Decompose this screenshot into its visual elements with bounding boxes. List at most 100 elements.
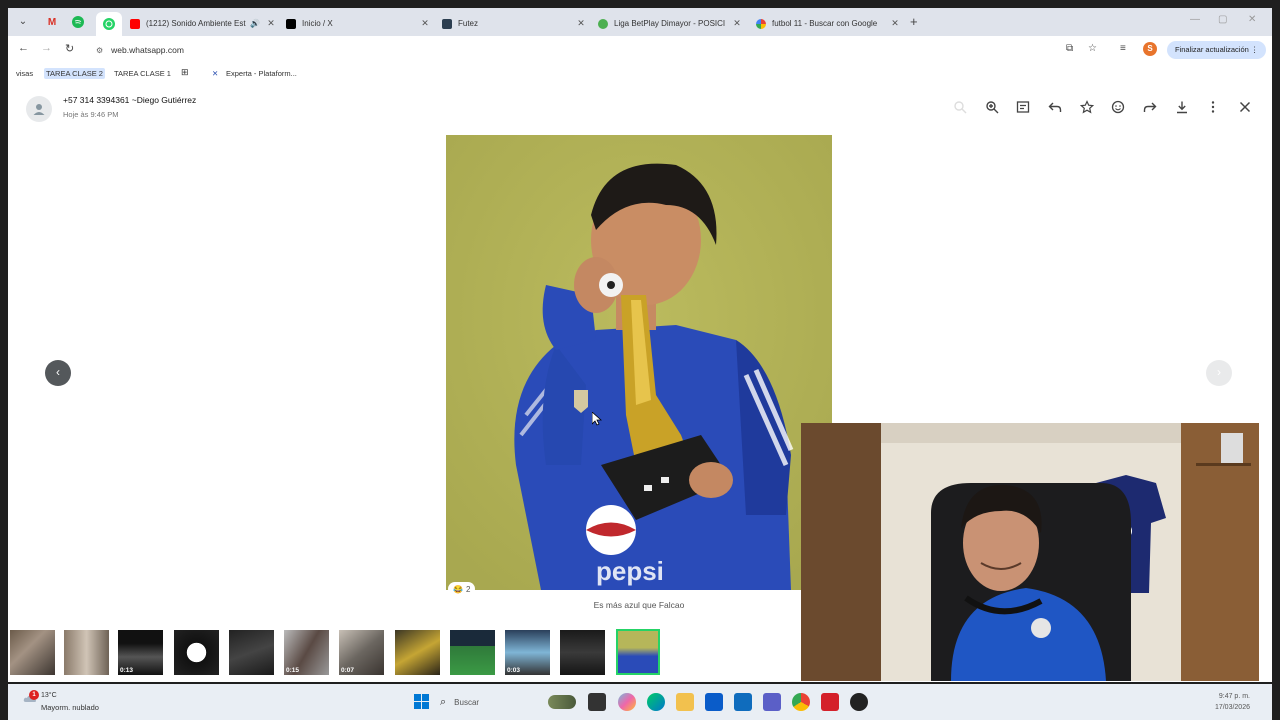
f-icon [442,18,452,29]
media-thumbnail[interactable]: 0:07 [339,630,384,675]
task-view-icon[interactable] [588,693,606,711]
tab-x[interactable]: Inicio / X ✕ [280,11,432,36]
copilot-icon[interactable] [618,693,636,711]
thumbnail-duration: 0:07 [341,667,355,674]
reload-icon[interactable]: ↻ [65,42,74,55]
tab-dimayor[interactable]: Liga BetPlay Dimayor - POSICI ✕ [592,11,744,36]
thumbnail-duration: 0:13 [120,667,134,674]
go-to-message-icon[interactable] [1014,98,1032,116]
chrome-icon[interactable] [792,693,810,711]
browser-toolbar: ← → ↻ ⚙ web.whatsapp.com ⧉ ☆ ≡ S Finaliz… [8,36,1272,64]
tab-title: (1212) Sonido Ambiente Est [146,19,246,28]
widgets-icon[interactable] [548,695,576,709]
windows-taskbar: 1 13°C Mayorm. nublado ⌕ Buscar 9:47 p. … [8,684,1272,720]
star-icon[interactable] [1078,98,1096,116]
media-thumbnail[interactable]: 0:03 [505,630,550,675]
tab-google[interactable]: futbol 11 - Buscar con Google ✕ [750,11,902,36]
media-thumbnail[interactable] [10,630,55,675]
tab-search-button[interactable]: ⌄ [14,13,32,31]
gmail-pinned-tab[interactable]: M [42,12,62,32]
media-thumbnail-selected[interactable] [616,629,660,675]
media-thumbnail[interactable] [395,630,440,675]
install-app-icon[interactable]: ⧉ [1066,43,1073,54]
tab-futez[interactable]: Futez ✕ [436,11,588,36]
store-icon[interactable] [705,693,723,711]
whatsapp-media-viewer: +57 314 3394361 ~Diego Gutiérrez Hoje às… [8,84,1272,682]
media-thumbnail[interactable] [64,630,109,675]
tab-title: Futez [458,19,479,28]
x-icon [286,18,296,29]
close-viewer-icon[interactable] [1236,98,1254,116]
media-thumbnail[interactable]: 0:15 [284,630,329,675]
bookmark-item[interactable]: TAREA CLASE 1 [114,69,171,78]
zoom-in-icon[interactable] [983,98,1001,116]
back-icon[interactable]: ← [18,42,29,54]
search-placeholder: Buscar [454,697,480,707]
previous-media-button[interactable]: ‹ [45,360,71,386]
obs-icon[interactable] [850,693,868,711]
bookmark-star-icon[interactable]: ☆ [1088,43,1097,54]
reply-icon[interactable] [1046,98,1064,116]
teams-icon[interactable] [763,693,781,711]
media-thumbnail[interactable] [174,630,219,675]
contact-avatar[interactable] [26,96,52,122]
media-thumbnail[interactable] [560,630,605,675]
edge-icon[interactable] [647,693,665,711]
weather-description[interactable]: Mayorm. nublado [41,703,99,712]
maximize-icon[interactable]: ▢ [1218,14,1227,25]
tab-strip: ⌄ M (1212) Sonido Ambiente Est 🔊 ✕ Inici… [8,8,1272,36]
clock-date: 17/03/2026 [1214,704,1250,711]
reaction-count: 2 [465,584,471,594]
svg-text:pepsi: pepsi [596,556,664,586]
reaction-emoji: 😂 [453,584,463,594]
bookmark-item[interactable]: visas [16,69,33,78]
windows-start-icon[interactable] [414,694,429,709]
forward-icon[interactable]: → [41,42,52,54]
apps-grid-icon[interactable]: ⊞ [181,67,189,78]
weather-temperature[interactable]: 13°C [41,692,57,699]
webcam-overlay [801,423,1259,681]
media-caption: Es más azul que Falcao [593,600,685,610]
update-button[interactable]: Finalizar actualización ⋮ [1167,41,1267,59]
spotify-pinned-tab[interactable] [68,12,88,32]
site-info-icon[interactable]: ⚙ [96,46,103,55]
download-icon[interactable] [1173,98,1191,116]
zoom-out-icon[interactable] [951,98,969,116]
contact-name: +57 314 3394361 ~Diego Gutiérrez [63,95,197,105]
close-tab-icon[interactable]: ✕ [418,18,432,29]
profile-avatar[interactable]: S [1143,42,1157,56]
message-timestamp: Hoje às 9:46 PM [63,110,119,119]
minimize-icon[interactable]: — [1190,14,1200,25]
media-thumbnail[interactable]: 0:13 [118,630,163,675]
close-tab-icon[interactable]: ✕ [888,18,902,29]
tab-youtube[interactable]: (1212) Sonido Ambiente Est 🔊 ✕ [124,11,278,36]
system-clock[interactable]: 9:47 p. m. 17/03/2026 [1215,691,1250,713]
media-control-icon[interactable]: ≡ [1120,43,1126,54]
file-explorer-icon[interactable] [676,693,694,711]
more-options-icon[interactable] [1204,98,1222,116]
taskbar-search[interactable]: ⌕ Buscar [440,692,540,712]
bookmark-item[interactable]: Experta - Plataform... [226,69,297,78]
close-window-icon[interactable]: ✕ [1248,14,1256,25]
address-bar[interactable]: ⚙ web.whatsapp.com [88,40,1118,60]
reaction-badge[interactable]: 😂 2 [448,582,476,596]
thumbnail-duration: 0:03 [507,667,521,674]
media-image: pepsi [446,135,832,590]
whatsapp-icon [103,18,115,30]
next-media-button[interactable]: › [1206,360,1232,386]
media-thumbnail[interactable] [450,630,495,675]
close-tab-icon[interactable]: ✕ [264,18,278,29]
speaker-icon[interactable]: 🔊 [250,19,260,28]
media-thumbnail[interactable] [229,630,274,675]
forward-icon[interactable] [1141,98,1159,116]
new-tab-button[interactable]: + [910,14,918,29]
bookmark-item[interactable]: TAREA CLASE 2 [44,68,105,79]
bookmarks-bar: visas TAREA CLASE 2 TAREA CLASE 1 ⊞ ✕ Ex… [8,64,1272,84]
react-emoji-icon[interactable] [1109,98,1127,116]
acrobat-icon[interactable] [821,693,839,711]
notification-badge: 1 [29,690,39,700]
close-tab-icon[interactable]: ✕ [574,18,588,29]
close-tab-icon[interactable]: ✕ [730,18,744,29]
outlook-icon[interactable] [734,693,752,711]
whatsapp-pinned-tab[interactable] [96,12,122,36]
